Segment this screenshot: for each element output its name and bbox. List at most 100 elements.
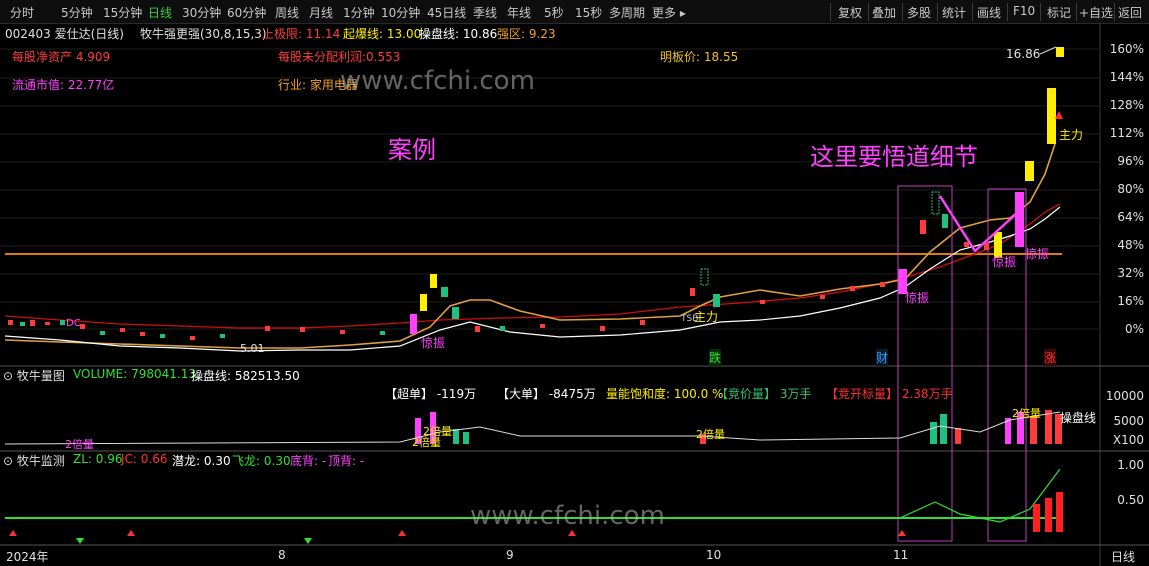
up-arrow-icon <box>127 530 135 536</box>
candle <box>8 320 13 325</box>
volume-bar <box>1045 410 1052 444</box>
jingkai-value: 【竞开标量】 2.38万手 <box>826 387 953 401</box>
multi-stock-button[interactable]: 多股 <box>907 4 931 21</box>
tab-quarterly[interactable]: 季线 <box>473 4 497 21</box>
price-axis-label: 144% <box>1109 70 1144 84</box>
fuquan-button[interactable]: 复权 <box>838 4 862 21</box>
gear-icon[interactable]: ⊙ <box>3 454 13 468</box>
watermark: www.cfchi.com <box>470 501 665 531</box>
candle <box>30 320 35 326</box>
kline-chart[interactable] <box>0 24 1149 566</box>
beiliang-label: 2倍量 <box>696 428 725 441</box>
tab-1min[interactable]: 1分钟 <box>343 4 375 21</box>
candle <box>410 314 417 334</box>
case-annotation: 案例 <box>388 136 436 164</box>
candle <box>120 328 125 332</box>
price-axis-label: 48% <box>1117 238 1144 252</box>
jc-value: JC: 0.66 <box>121 452 168 466</box>
candle <box>1025 161 1034 181</box>
add-watchlist-button[interactable]: +自选 <box>1079 4 1113 21</box>
price-axis-label: 0% <box>1124 322 1144 336</box>
tab-10min[interactable]: 10分钟 <box>381 4 420 21</box>
volume-bar <box>453 429 459 444</box>
tab-daily[interactable]: 日线 <box>148 4 172 21</box>
undistributed-profit-text: 每股未分配利润:0.553 <box>278 50 401 64</box>
candle <box>100 331 105 335</box>
candle <box>920 220 926 234</box>
price-axis-label: 80% <box>1117 182 1144 196</box>
tab-60min[interactable]: 60分钟 <box>227 4 266 21</box>
event-zhang[interactable]: 涨 <box>1044 349 1057 366</box>
chart-area[interactable]: 002403 爱仕达(日线) 牧牛强更强(30,8,15,3) 上极限: 11.… <box>0 24 1149 566</box>
toolbar-divider <box>830 3 831 21</box>
tab-15sec[interactable]: 15秒 <box>575 4 602 21</box>
down-arrow-icon <box>76 538 84 544</box>
max-price-leader <box>1039 46 1057 55</box>
tab-monthly[interactable]: 月线 <box>309 4 333 21</box>
candle <box>441 287 448 297</box>
period-toolbar: 分时 5分钟 15分钟 日线 30分钟 60分钟 周线 月线 1分钟 10分钟 … <box>0 0 1149 24</box>
toolbar-divider <box>1076 3 1077 21</box>
up-arrow-icon <box>898 530 906 536</box>
tab-5min[interactable]: 5分钟 <box>61 4 93 21</box>
event-cai[interactable]: 财 <box>876 349 889 366</box>
toolbar-divider <box>937 3 938 21</box>
candle <box>265 326 270 331</box>
candle <box>475 326 480 332</box>
back-button[interactable]: 返回 <box>1118 4 1142 21</box>
candle <box>420 294 427 311</box>
volume-cpx-line <box>4 411 1061 445</box>
tab-fenshi[interactable]: 分时 <box>10 4 34 21</box>
toolbar-divider <box>1007 3 1008 21</box>
burst-label: 起爆线: 13.00 <box>343 27 422 41</box>
statistics-button[interactable]: 统计 <box>942 4 966 21</box>
volume-axis-label: 10000 <box>1105 389 1144 403</box>
dibei-value: 底背: - <box>290 454 327 468</box>
tab-45day[interactable]: 45日线 <box>427 4 466 21</box>
candle <box>713 294 720 307</box>
tab-30min[interactable]: 30分钟 <box>182 4 221 21</box>
qianlong-value: 潜龙: 0.30 <box>172 454 231 468</box>
volume-value: VOLUME: 798041.13 <box>73 367 197 381</box>
beiliang-label: 2倍量 <box>412 436 441 449</box>
upper-band-line <box>4 203 1061 329</box>
tab-more[interactable]: 更多 ▸ <box>652 4 686 21</box>
candle <box>20 322 25 326</box>
tab-5sec[interactable]: 5秒 <box>544 4 564 21</box>
candle <box>850 286 855 291</box>
volume-cpx-value: 操盘线: 582513.50 <box>191 369 300 383</box>
overlay-button[interactable]: 叠加 <box>872 4 896 21</box>
candle <box>820 295 825 299</box>
detail-annotation: 这里要悟道细节 <box>810 143 978 171</box>
candle <box>700 268 709 286</box>
period-label[interactable]: 日线 <box>1111 548 1135 565</box>
event-die[interactable]: 跌 <box>709 349 722 366</box>
volume-bar <box>955 428 961 444</box>
date-label: 8 <box>278 548 286 562</box>
monitor-bar <box>1056 492 1063 532</box>
candle <box>690 288 695 296</box>
jingzhen-label: 惊振 <box>421 336 446 350</box>
volume-axis-label: 5000 <box>1113 414 1144 428</box>
tab-multi-period[interactable]: 多周期 <box>609 4 645 21</box>
tab-weekly[interactable]: 周线 <box>275 4 299 21</box>
jingzhen-label: 惊振 <box>992 255 1017 269</box>
more-label: 更多 <box>652 6 677 20</box>
candle <box>340 330 345 334</box>
draw-line-button[interactable]: 画线 <box>977 4 1001 21</box>
toolbar-divider <box>1040 3 1041 21</box>
candle <box>540 324 545 328</box>
feilong-value: 飞龙: 0.30 <box>232 454 291 468</box>
volume-bar <box>463 432 469 444</box>
gear-icon[interactable]: ⊙ <box>3 369 13 383</box>
mark-button[interactable]: 标记 <box>1047 4 1071 21</box>
monitor-panel-title: ⊙ 牧牛监测 <box>3 454 65 468</box>
candle <box>452 307 459 319</box>
chevron-right-icon: ▸ <box>676 6 686 20</box>
tab-15min[interactable]: 15分钟 <box>103 4 142 21</box>
price-axis-label: 32% <box>1117 266 1144 280</box>
f10-button[interactable]: F10 <box>1013 4 1035 18</box>
signal-arrows <box>9 530 906 544</box>
tab-yearly[interactable]: 年线 <box>507 4 531 21</box>
indicator-name: 牧牛强更强(30,8,15,3) <box>140 27 267 41</box>
